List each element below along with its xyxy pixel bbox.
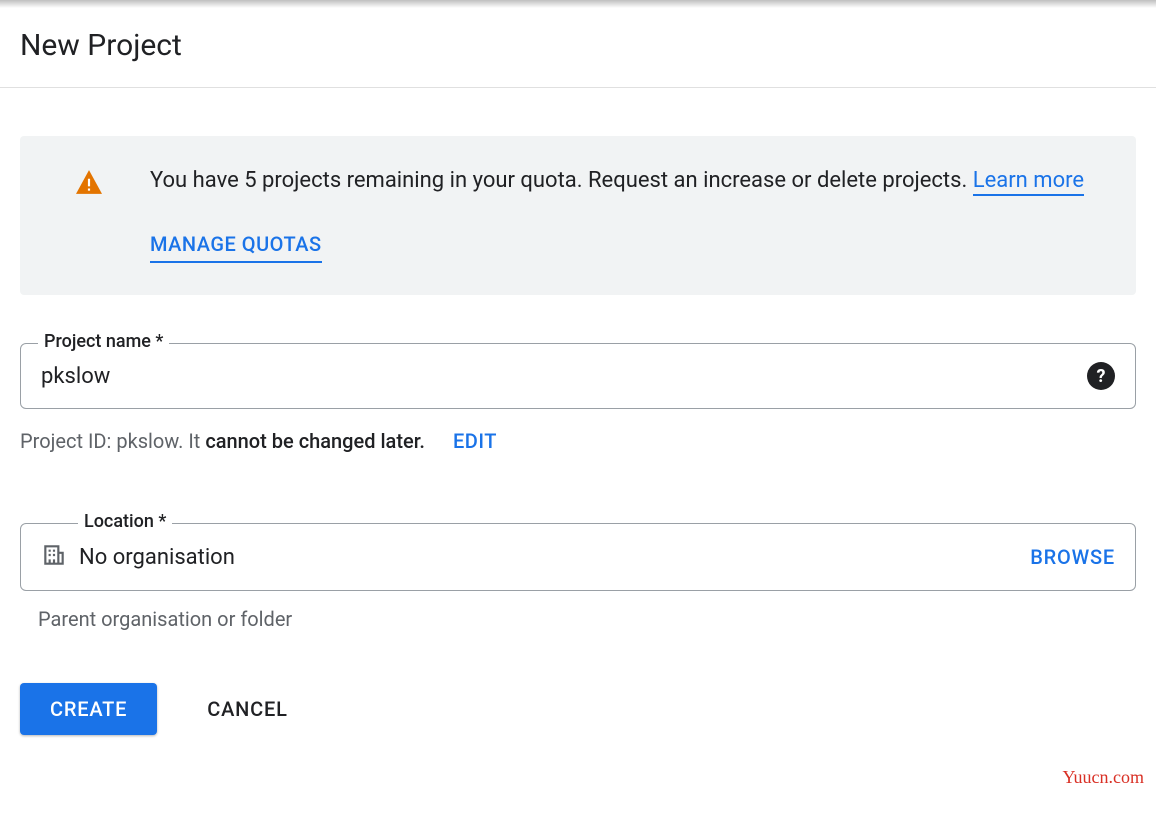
main-content: You have 5 projects remaining in your qu… (0, 136, 1156, 735)
project-name-field: Project name * ? (20, 343, 1136, 409)
create-button[interactable]: CREATE (20, 683, 157, 735)
notice-text: You have 5 projects remaining in your qu… (150, 168, 973, 193)
watermark: Yuucn.com (1063, 767, 1144, 788)
learn-more-link[interactable]: Learn more (973, 168, 1084, 196)
notice-body: You have 5 projects remaining in your qu… (150, 164, 1106, 263)
cancel-button[interactable]: CANCEL (207, 697, 287, 721)
help-icon[interactable]: ? (1087, 362, 1115, 390)
project-id-note-strong: cannot be changed later. (205, 429, 425, 453)
project-id-text: Project ID: pkslow. It cannot be changed… (20, 429, 425, 453)
page-header: New Project (0, 0, 1156, 88)
location-helper-text: Parent organisation or folder (20, 607, 1136, 631)
project-id-row: Project ID: pkslow. It cannot be changed… (20, 429, 1136, 453)
warning-icon (76, 170, 102, 198)
top-shadow (0, 0, 1156, 8)
browse-link[interactable]: BROWSE (1030, 545, 1115, 569)
page-title: New Project (20, 28, 1136, 63)
location-field: Location * No organisation BROWSE (20, 523, 1136, 591)
location-label: Location * (78, 511, 172, 532)
edit-project-id-link[interactable]: EDIT (453, 429, 497, 453)
quota-notice: You have 5 projects remaining in your qu… (20, 136, 1136, 295)
project-id-value: pkslow. (116, 429, 183, 453)
project-name-box: ? (20, 343, 1136, 409)
manage-quotas-link[interactable]: MANAGE QUOTAS (150, 229, 322, 263)
location-value: No organisation (79, 545, 1018, 570)
project-id-note-prefix: It (183, 429, 205, 453)
project-name-label: Project name * (38, 331, 169, 352)
project-id-prefix: Project ID: (20, 429, 116, 453)
organisation-icon (41, 542, 67, 572)
location-box: No organisation BROWSE (20, 523, 1136, 591)
project-name-input[interactable] (41, 364, 1075, 389)
action-buttons: CREATE CANCEL (20, 683, 1136, 735)
